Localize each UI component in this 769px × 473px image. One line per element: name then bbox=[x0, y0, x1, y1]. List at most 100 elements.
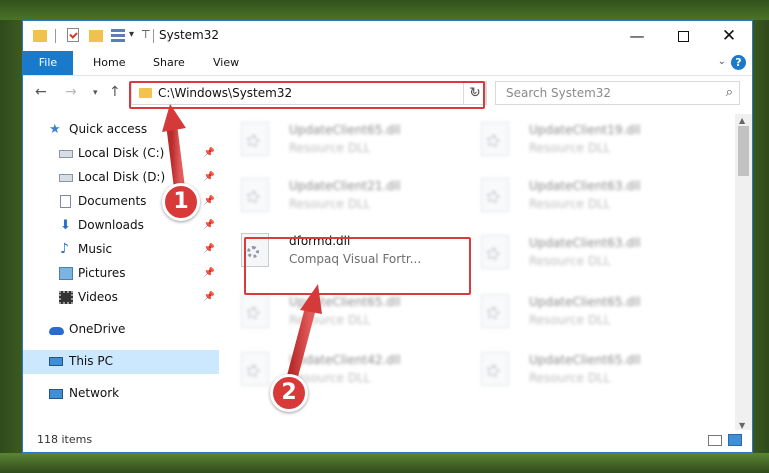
help-icon[interactable]: ? bbox=[731, 55, 746, 70]
pin-icon[interactable]: 📌 bbox=[204, 268, 215, 278]
dll-file-icon bbox=[481, 122, 509, 156]
file-description: Resource DLL bbox=[529, 371, 611, 385]
sidebar-item-label: Downloads bbox=[78, 218, 144, 232]
pin-icon[interactable]: 📌 bbox=[204, 172, 215, 182]
file-item[interactable]: UpdateClient63.dll Resource DLL bbox=[463, 172, 693, 220]
sidebar-item-quick-access[interactable]: ★ Quick access bbox=[23, 118, 219, 142]
dll-file-icon bbox=[481, 352, 509, 386]
tab-view[interactable]: View bbox=[213, 51, 239, 75]
file-item[interactable]: UpdateClient63.dll Resource DLL bbox=[463, 229, 693, 277]
recent-locations-icon[interactable]: ▾ bbox=[93, 88, 98, 98]
document-icon bbox=[60, 195, 71, 208]
folder-icon bbox=[33, 30, 47, 42]
minimize-button[interactable]: — bbox=[614, 21, 660, 51]
scroll-down-icon[interactable]: ▼ bbox=[739, 421, 745, 430]
maximize-button[interactable] bbox=[660, 21, 706, 51]
close-button[interactable]: ✕ bbox=[706, 21, 752, 51]
navigation-pane: ★ Quick access Local Disk (C:) 📌 Local D… bbox=[23, 114, 219, 432]
ribbon: File Home Share View ⌄ ? bbox=[23, 51, 752, 76]
sidebar-item-label: OneDrive bbox=[69, 322, 126, 336]
forward-arrow-icon[interactable]: → bbox=[65, 84, 77, 100]
sidebar-item-label: Local Disk (D:) bbox=[78, 170, 166, 184]
file-name: UpdateClient65.dll bbox=[289, 123, 401, 137]
large-icons-view-icon[interactable] bbox=[728, 434, 742, 446]
pin-icon[interactable]: 📌 bbox=[204, 292, 215, 302]
dll-file-icon bbox=[241, 178, 269, 212]
search-input[interactable]: Search System32 ⌕ bbox=[495, 81, 740, 105]
status-bar: 118 items bbox=[23, 430, 752, 452]
pin-icon[interactable]: 📌 bbox=[204, 196, 215, 206]
chevron-down-icon[interactable]: ▾ bbox=[129, 29, 134, 40]
file-item[interactable]: UpdateClient65.dll Resource DLL bbox=[463, 288, 693, 336]
sidebar-item-this-pc[interactable]: This PC bbox=[23, 350, 219, 374]
file-name: UpdateClient21.dll bbox=[289, 179, 401, 193]
pin-icon[interactable]: 📌 bbox=[204, 244, 215, 254]
picture-icon bbox=[59, 267, 73, 280]
sidebar-item-label: This PC bbox=[69, 354, 113, 368]
background-forest-bottom bbox=[0, 453, 769, 473]
file-name: UpdateClient19.dll bbox=[529, 123, 641, 137]
sidebar-item-music[interactable]: ♪ Music 📌 bbox=[23, 238, 219, 262]
details-view-icon[interactable] bbox=[708, 435, 722, 446]
maximize-icon bbox=[677, 31, 689, 42]
customize-toolbar-icon[interactable]: ⊤ bbox=[141, 28, 151, 41]
pin-icon[interactable]: 📌 bbox=[204, 220, 215, 230]
dll-file-icon bbox=[481, 294, 509, 328]
file-explorer-window: ▾ ⊤ System32 — ✕ File Home Share View ⌄ … bbox=[22, 20, 753, 453]
expand-ribbon-icon[interactable]: ⌄ bbox=[718, 56, 726, 67]
file-highlight bbox=[244, 237, 471, 295]
computer-icon bbox=[49, 357, 63, 366]
item-count: 118 items bbox=[37, 433, 93, 446]
sidebar-item-videos[interactable]: Videos 📌 bbox=[23, 286, 219, 310]
drive-icon bbox=[59, 174, 73, 182]
scrollbar-thumb[interactable] bbox=[738, 126, 749, 176]
file-item[interactable]: UpdateClient65.dll Resource DLL bbox=[223, 116, 453, 164]
file-item[interactable]: UpdateClient65.dll Resource DLL bbox=[463, 346, 693, 394]
file-item[interactable]: UpdateClient65.dll Resource DLL bbox=[223, 288, 453, 336]
window-title: System32 bbox=[159, 28, 220, 42]
sidebar-item-label: Quick access bbox=[69, 122, 148, 136]
sidebar-item-label: Local Disk (C:) bbox=[78, 146, 165, 160]
sidebar-item-label: Pictures bbox=[78, 266, 126, 280]
pin-icon[interactable]: 📌 bbox=[204, 148, 215, 158]
toolbar-divider bbox=[55, 29, 56, 43]
new-folder-icon[interactable] bbox=[89, 30, 103, 42]
sidebar-item-label: Videos bbox=[78, 290, 118, 304]
tab-home[interactable]: Home bbox=[93, 51, 125, 75]
file-description: Resource DLL bbox=[289, 141, 371, 155]
sidebar-item-onedrive[interactable]: OneDrive bbox=[23, 318, 219, 342]
file-name: UpdateClient65.dll bbox=[529, 295, 641, 309]
dll-file-icon bbox=[241, 352, 269, 386]
up-arrow-icon[interactable]: ↑ bbox=[109, 84, 121, 100]
file-name: UpdateClient42.dll bbox=[289, 353, 401, 367]
title-bar: ▾ ⊤ System32 — ✕ bbox=[23, 21, 752, 51]
file-item[interactable]: UpdateClient42.dll Resource DLL bbox=[223, 346, 453, 394]
file-description: Resource DLL bbox=[529, 141, 611, 155]
file-description: Resource DLL bbox=[289, 313, 371, 327]
file-name: UpdateClient63.dll bbox=[529, 236, 641, 250]
file-item[interactable]: UpdateClient19.dll Resource DLL bbox=[463, 116, 693, 164]
dll-file-icon bbox=[481, 235, 509, 269]
background-forest-top bbox=[0, 0, 769, 20]
search-placeholder: Search System32 bbox=[506, 86, 612, 100]
vertical-scrollbar[interactable]: ▲ ▼ bbox=[735, 114, 752, 432]
file-description: Resource DLL bbox=[529, 313, 611, 327]
view-list-icon[interactable] bbox=[111, 29, 125, 42]
properties-icon[interactable] bbox=[67, 28, 79, 42]
tab-share[interactable]: Share bbox=[153, 51, 185, 75]
film-icon bbox=[59, 291, 73, 304]
scroll-up-icon[interactable]: ▲ bbox=[739, 116, 745, 125]
sidebar-item-network[interactable]: Network bbox=[23, 382, 219, 406]
file-name: UpdateClient65.dll bbox=[289, 295, 401, 309]
step-badge-2: 2 bbox=[270, 374, 308, 412]
sidebar-item-label: Documents bbox=[78, 194, 147, 208]
sidebar-item-pictures[interactable]: Pictures 📌 bbox=[23, 262, 219, 286]
file-item[interactable]: UpdateClient21.dll Resource DLL bbox=[223, 172, 453, 220]
back-arrow-icon[interactable]: ← bbox=[35, 84, 47, 100]
file-description: Resource DLL bbox=[529, 254, 611, 268]
sidebar-item-label: Music bbox=[78, 242, 113, 256]
sidebar-item-local-disk-c[interactable]: Local Disk (C:) 📌 bbox=[23, 142, 219, 166]
toolbar-divider bbox=[153, 29, 154, 43]
sidebar-item-label: Network bbox=[69, 386, 120, 400]
tab-file[interactable]: File bbox=[23, 51, 73, 75]
